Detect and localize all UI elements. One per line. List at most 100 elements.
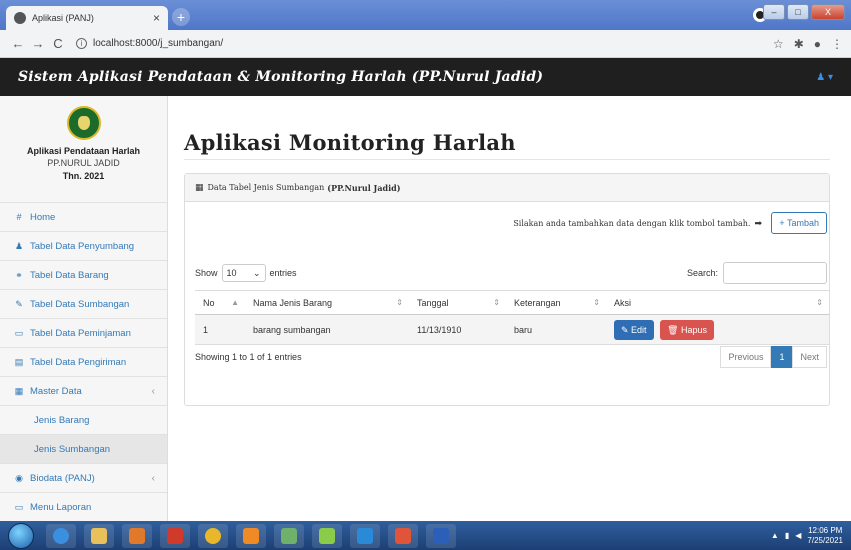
tray-arrow-icon[interactable]: ▲ — [771, 531, 779, 540]
browser-tab[interactable]: Aplikasi (PANJ) × — [6, 6, 168, 30]
taskbar-media-icon[interactable] — [122, 523, 152, 548]
minimize-button[interactable]: – — [763, 4, 785, 20]
url-field[interactable]: i localhost:8000/j_sumbangan/ — [76, 38, 223, 49]
circle-icon: ◉ — [15, 472, 23, 483]
sort-icon: ⇕ — [396, 297, 403, 307]
start-button[interactable] — [8, 522, 34, 549]
panel-title-org: (PP.Nurul Jadid) — [327, 182, 401, 193]
add-button[interactable]: + Tambah — [771, 212, 827, 234]
system-tray: ▲ ▮ ◀ 12:06 PM 7/25/2021 — [771, 526, 851, 546]
sidebar-item-pengiriman[interactable]: ▤ Tabel Data Pengiriman — [0, 348, 167, 377]
cell-tanggal: 11/13/1910 — [409, 314, 506, 345]
chevron-left-icon: ‹ — [151, 472, 155, 484]
taskbar-tool-icon[interactable] — [312, 523, 342, 548]
bookmark-star-icon[interactable]: ☆ — [773, 37, 784, 51]
windows-taskbar: ▲ ▮ ◀ 12:06 PM 7/25/2021 — [0, 521, 851, 550]
trash-icon: 🗑 — [667, 324, 682, 335]
sidebar-item-peminjaman[interactable]: ▭ Tabel Data Peminjaman — [0, 319, 167, 348]
sidebar-item-home[interactable]: # Home — [0, 203, 167, 232]
brand-year: Thn. 2021 — [62, 171, 105, 181]
taskbar-chrome-icon[interactable] — [198, 523, 228, 548]
taskbar-editor-icon[interactable] — [274, 523, 304, 548]
table-icon: ▦ — [195, 182, 204, 193]
column-header-nama[interactable]: Nama Jenis Barang ⇕ — [245, 290, 409, 315]
brand-name: Aplikasi Pendataan Harlah — [26, 146, 141, 156]
entries-length-control: Show 10 ⌄ entries — [195, 264, 297, 282]
chevron-down-icon: ⌄ — [252, 267, 261, 278]
taskbar-word-icon[interactable] — [426, 523, 456, 548]
panel-title: Data Tabel Jenis Sumbangan — [207, 183, 325, 192]
back-icon[interactable]: ← — [8, 36, 28, 51]
network-icon[interactable]: ▮ — [785, 531, 789, 540]
clock-date: 7/25/2021 — [807, 535, 843, 545]
column-header-aksi[interactable]: Aksi ⇕ — [606, 290, 829, 315]
sidebar-item-label: Jenis Sumbangan — [34, 443, 111, 455]
chevron-left-icon: ‹ — [151, 385, 155, 397]
page-title: Aplikasi Monitoring Harlah — [184, 130, 516, 155]
address-bar: ← → C i localhost:8000/j_sumbangan/ ☆ ✱ … — [0, 30, 851, 58]
search-input[interactable] — [723, 262, 827, 284]
sidebar-item-jenis-barang[interactable]: Jenis Barang — [0, 406, 167, 435]
reload-icon[interactable]: C — [48, 36, 68, 51]
forward-icon[interactable]: → — [28, 36, 48, 51]
add-hint-row: Silakan anda tambahkan data dengan klik … — [513, 218, 767, 229]
main-content: Aplikasi Monitoring Harlah ▦ Data Tabel … — [168, 96, 851, 521]
taskbar-vscode-icon[interactable] — [350, 523, 380, 548]
sidebar-item-jenis-sumbangan[interactable]: Jenis Sumbangan — [0, 435, 167, 464]
sort-icon: ⇕ — [593, 297, 600, 307]
home-icon: # — [16, 212, 22, 222]
new-tab-button[interactable]: + — [172, 8, 190, 26]
inbox-icon: ▤ — [14, 356, 24, 367]
column-header-no[interactable]: No ▲ — [195, 290, 245, 315]
sidebar-item-laporan[interactable]: ▭ Menu Laporan — [0, 493, 167, 522]
taskbar-explorer-icon[interactable] — [84, 523, 114, 548]
volume-icon[interactable]: ◀ — [795, 531, 801, 540]
sidebar-item-penyumbang[interactable]: ♟ Tabel Data Penyumbang — [0, 232, 167, 261]
panel-heading: ▦ Data Tabel Jenis Sumbangan (PP.Nurul J… — [185, 174, 829, 202]
sidebar-item-barang[interactable]: ⚭ Tabel Data Barang — [0, 261, 167, 290]
cell-nama: barang sumbangan — [245, 314, 409, 345]
taskbar-xampp-icon[interactable] — [388, 523, 418, 548]
entries-select[interactable]: 10 ⌄ — [221, 264, 266, 282]
app-title[interactable]: Sistem Aplikasi Pendataan & Monitoring H… — [18, 69, 543, 85]
url-text: localhost:8000/j_sumbangan/ — [93, 38, 224, 49]
browser-menu-icon[interactable]: ⋮ — [831, 37, 843, 51]
table-header-row: No ▲ Nama Jenis Barang ⇕ Tanggal ⇕ Keterang… — [195, 290, 829, 315]
user-icon[interactable]: ♟ ▾ — [816, 72, 833, 83]
sidebar-item-label: Biodata (PANJ) — [30, 472, 95, 484]
sidebar-item-label: Tabel Data Peminjaman — [30, 327, 131, 339]
info-icon[interactable]: i — [76, 38, 87, 49]
table-icon: ▦ — [14, 385, 24, 396]
window-close-button[interactable]: X — [811, 4, 845, 20]
sidebar-item-biodata[interactable]: ◉ Biodata (PANJ) ‹ — [0, 464, 167, 493]
sort-asc-icon: ▲ — [231, 297, 239, 307]
pagination-page-1[interactable]: 1 — [771, 346, 793, 368]
clock-time: 12:06 PM — [808, 525, 843, 535]
delete-button[interactable]: 🗑 Hapus — [660, 319, 715, 340]
favicon-icon — [14, 12, 26, 24]
column-header-keterangan[interactable]: Keterangan ⇕ — [506, 290, 606, 315]
search-label: Search: — [686, 268, 718, 278]
sidebar-item-sumbangan[interactable]: ✎ Tabel Data Sumbangan — [0, 290, 167, 319]
taskbar-ie-icon[interactable] — [46, 523, 76, 548]
edit-button[interactable]: ✎ Edit — [614, 319, 654, 340]
extensions-icon[interactable]: ✱ — [794, 37, 804, 51]
account-icon[interactable]: ● — [814, 37, 821, 51]
sidebar-item-master-data[interactable]: ▦ Master Data ‹ — [0, 377, 167, 406]
clock[interactable]: 12:06 PM 7/25/2021 — [807, 526, 843, 546]
sidebar-item-label: Tabel Data Penyumbang — [30, 240, 135, 252]
logo-icon — [66, 106, 101, 140]
tab-close-icon[interactable]: × — [153, 11, 160, 25]
taskbar-sublime-icon[interactable] — [236, 523, 266, 548]
maximize-button[interactable]: □ — [787, 4, 809, 20]
monitor-icon: ▭ — [14, 501, 24, 512]
sidebar-item-label: Tabel Data Sumbangan — [30, 298, 130, 310]
user-icon: ♟ — [14, 240, 24, 251]
add-hint: Silakan anda tambahkan data dengan klik … — [513, 219, 751, 228]
taskbar-app-icon[interactable] — [160, 523, 190, 548]
column-header-tanggal[interactable]: Tanggal ⇕ — [409, 290, 506, 315]
cell-aksi: ✎ Edit 🗑 Hapus — [606, 314, 829, 345]
pagination-next[interactable]: Next — [792, 346, 827, 368]
entries-value: 10 — [226, 268, 237, 278]
pagination-previous[interactable]: Previous — [720, 346, 772, 368]
